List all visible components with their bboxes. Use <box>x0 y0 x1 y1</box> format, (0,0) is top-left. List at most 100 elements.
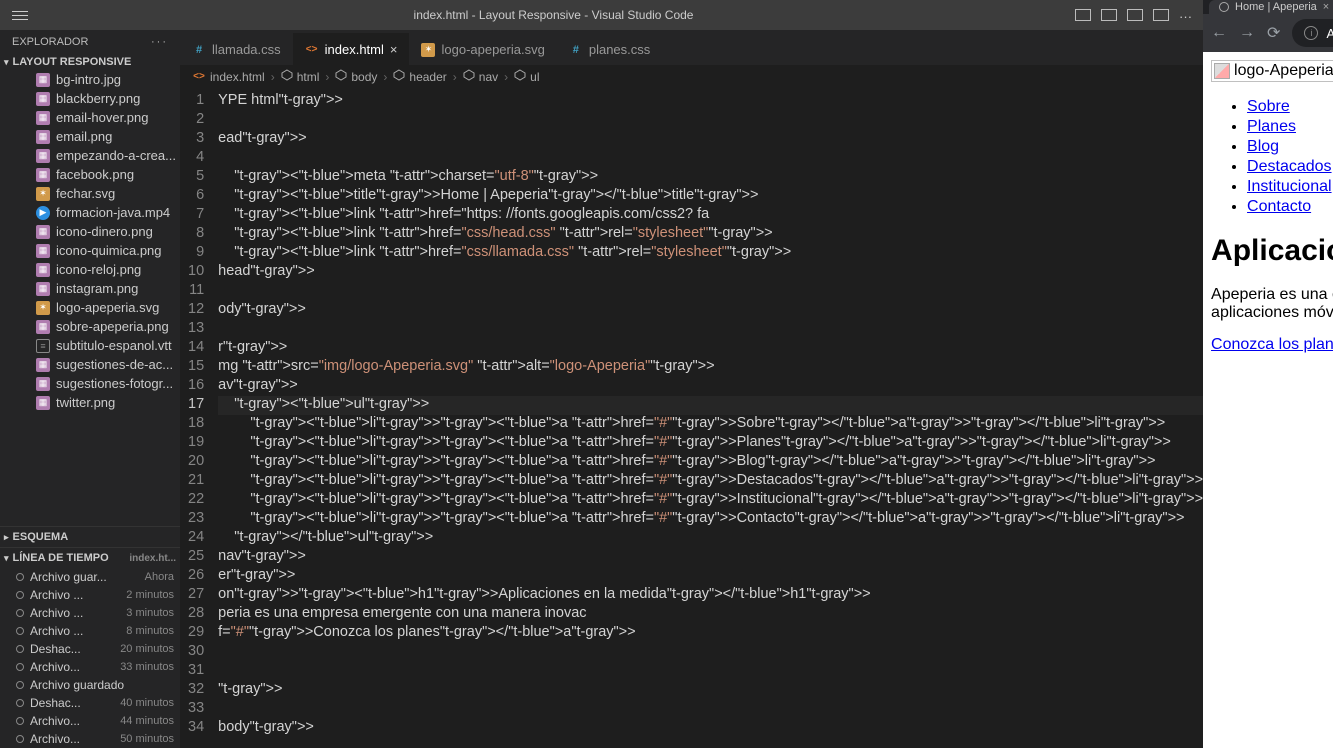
file-item[interactable]: ▦instagram.png <box>8 279 180 298</box>
code-line[interactable]: ody"t-gray">> <box>218 301 1203 320</box>
code-line[interactable]: "t-gray"><"t-blue">ul"t-gray">> <box>218 396 1203 415</box>
breadcrumb-item[interactable]: nav <box>463 69 498 84</box>
code-line[interactable]: on"t-gray">>"t-gray"><"t-blue">h1"t-gray… <box>218 586 1203 605</box>
code-line[interactable]: "t-gray"><"t-blue">li"t-gray">>"t-gray">… <box>218 453 1203 472</box>
file-item[interactable]: ▦bg-intro.jpg <box>8 70 180 89</box>
layout-icon[interactable] <box>1127 9 1143 21</box>
info-icon[interactable]: i <box>1304 26 1318 40</box>
layout-icon[interactable] <box>1075 9 1091 21</box>
file-item[interactable]: ▦facebook.png <box>8 165 180 184</box>
layout-icon[interactable] <box>1153 9 1169 21</box>
code-line[interactable]: r"t-gray">> <box>218 339 1203 358</box>
code-line[interactable]: av"t-gray">> <box>218 377 1203 396</box>
file-item[interactable]: ▦icono-dinero.png <box>8 222 180 241</box>
code-line[interactable]: er"t-gray">> <box>218 567 1203 586</box>
editor-tab[interactable]: ✶logo-apeperia.svg <box>409 34 556 65</box>
cta-link[interactable]: Conozca los planes <box>1211 336 1333 353</box>
close-icon[interactable]: × <box>1323 1 1329 13</box>
more-icon[interactable]: ··· <box>1179 9 1195 21</box>
code-line[interactable] <box>218 700 1203 719</box>
code-line[interactable]: YPE html"t-gray">> <box>218 92 1203 111</box>
file-item[interactable]: ▶formacion-java.mp4 <box>8 203 180 222</box>
file-item[interactable]: ▦icono-quimica.png <box>8 241 180 260</box>
forward-icon[interactable]: → <box>1239 24 1255 42</box>
code-line[interactable] <box>218 320 1203 339</box>
code-line[interactable]: ead"t-gray">> <box>218 130 1203 149</box>
timeline-item[interactable]: Archivo...50 minutos <box>0 730 180 748</box>
editor-tab[interactable]: <>index.html× <box>293 33 410 65</box>
reload-icon[interactable]: ⟳ <box>1267 23 1280 43</box>
code-line[interactable]: "t-gray"><"t-blue">li"t-gray">>"t-gray">… <box>218 472 1203 491</box>
code-line[interactable] <box>218 149 1203 168</box>
timeline-item[interactable]: Archivo guar...Ahora <box>0 568 180 586</box>
code-line[interactable] <box>218 282 1203 301</box>
timeline-item[interactable]: Archivo...44 minutos <box>0 712 180 730</box>
nav-link[interactable]: Planes <box>1247 118 1296 135</box>
back-icon[interactable]: ← <box>1211 24 1227 42</box>
nav-link[interactable]: Sobre <box>1247 98 1290 115</box>
close-icon[interactable]: × <box>390 42 398 57</box>
nav-link[interactable]: Destacados <box>1247 158 1332 175</box>
code-line[interactable]: "t-gray"></"t-blue">ul"t-gray">> <box>218 529 1203 548</box>
nav-link[interactable]: Contacto <box>1247 198 1311 215</box>
file-item[interactable]: ▦email.png <box>8 127 180 146</box>
code-line[interactable]: "t-gray"><"t-blue">li"t-gray">>"t-gray">… <box>218 510 1203 529</box>
file-item[interactable]: ▦icono-reloj.png <box>8 260 180 279</box>
folder-root[interactable]: ▾ LAYOUT RESPONSIVE <box>0 54 180 70</box>
timeline-item[interactable]: Deshac...40 minutos <box>0 694 180 712</box>
code-line[interactable]: "t-gray"><"t-blue">li"t-gray">>"t-gray">… <box>218 491 1203 510</box>
browser-tab[interactable]: Home | Apeperia × <box>1209 0 1333 14</box>
code-line[interactable]: peria es una empresa emergente con una m… <box>218 605 1203 624</box>
breadcrumb-item[interactable]: header <box>393 69 446 84</box>
timeline-item[interactable]: Archivo ...3 minutos <box>0 604 180 622</box>
file-item[interactable]: ▦sobre-apeperia.png <box>8 317 180 336</box>
file-item[interactable]: ▦email-hover.png <box>8 108 180 127</box>
code-line[interactable]: nav"t-gray">> <box>218 548 1203 567</box>
code-body[interactable]: YPE html"t-gray">> ead"t-gray">> "t-gray… <box>218 88 1203 748</box>
browser-tabstrip: Home | Apeperia × <box>1203 0 1333 14</box>
code-line[interactable] <box>218 111 1203 130</box>
code-line[interactable]: "t-gray">> <box>218 681 1203 700</box>
more-icon[interactable]: ··· <box>151 36 168 48</box>
nav-link[interactable]: Institucional <box>1247 178 1332 195</box>
code-line[interactable]: "t-gray"><"t-blue">link "t-attr">href="c… <box>218 244 1203 263</box>
code-line[interactable] <box>218 662 1203 681</box>
file-item[interactable]: ✶fechar.svg <box>8 184 180 203</box>
code-line[interactable]: f="#""t-gray">>Conozca los planes"t-gray… <box>218 624 1203 643</box>
breadcrumb-item[interactable]: ul <box>514 69 539 84</box>
code-line[interactable]: "t-gray"><"t-blue">li"t-gray">>"t-gray">… <box>218 415 1203 434</box>
nav-link[interactable]: Blog <box>1247 138 1279 155</box>
timeline-item[interactable]: Archivo ...2 minutos <box>0 586 180 604</box>
breadcrumb-item[interactable]: <>index.html <box>192 70 265 84</box>
layout-icon[interactable] <box>1101 9 1117 21</box>
file-item[interactable]: ▦empezando-a-crea... <box>8 146 180 165</box>
menu-icon[interactable] <box>8 7 32 24</box>
file-item[interactable]: ▦sugestiones-de-ac... <box>8 355 180 374</box>
code-line[interactable]: "t-gray"><"t-blue">link "t-attr">href="c… <box>218 225 1203 244</box>
breadcrumb-item[interactable]: body <box>335 69 377 84</box>
timeline-item[interactable]: Archivo guardado <box>0 676 180 694</box>
code-line[interactable]: "t-gray"><"t-blue">meta "t-attr">charset… <box>218 168 1203 187</box>
code-line[interactable]: "t-gray"><"t-blue">link "t-attr">href="h… <box>218 206 1203 225</box>
address-bar[interactable]: i Archivo C:/Users/Noelia/Desktop/Fron..… <box>1292 19 1333 47</box>
timeline-item[interactable]: Archivo...33 minutos <box>0 658 180 676</box>
timeline-header[interactable]: ▾ LÍNEA DE TIEMPO index.ht... <box>0 548 180 568</box>
breadcrumb-item[interactable]: html <box>281 69 320 84</box>
code-line[interactable]: head"t-gray">> <box>218 263 1203 282</box>
file-item[interactable]: ▦blackberry.png <box>8 89 180 108</box>
code-line[interactable]: mg "t-attr">src="img/logo-Apeperia.svg" … <box>218 358 1203 377</box>
code-line[interactable]: "t-gray"><"t-blue">li"t-gray">>"t-gray">… <box>218 434 1203 453</box>
code-line[interactable]: "t-gray"><"t-blue">title"t-gray">>Home |… <box>218 187 1203 206</box>
editor-tab[interactable]: #llamada.css <box>180 34 293 65</box>
outline-section[interactable]: ▸ ESQUEMA <box>0 526 180 547</box>
code-line[interactable] <box>218 643 1203 662</box>
file-item[interactable]: ▦sugestiones-fotogr... <box>8 374 180 393</box>
file-item[interactable]: ▦twitter.png <box>8 393 180 412</box>
timeline-item[interactable]: Deshac...20 minutos <box>0 640 180 658</box>
file-item[interactable]: ≡subtitulo-espanol.vtt <box>8 336 180 355</box>
file-item[interactable]: ✶logo-apeperia.svg <box>8 298 180 317</box>
code-editor[interactable]: 1234567891011121314151617181920212223242… <box>180 88 1203 748</box>
editor-tab[interactable]: #planes.css <box>557 34 662 65</box>
code-line[interactable]: body"t-gray">> <box>218 719 1203 738</box>
timeline-item[interactable]: Archivo ...8 minutos <box>0 622 180 640</box>
